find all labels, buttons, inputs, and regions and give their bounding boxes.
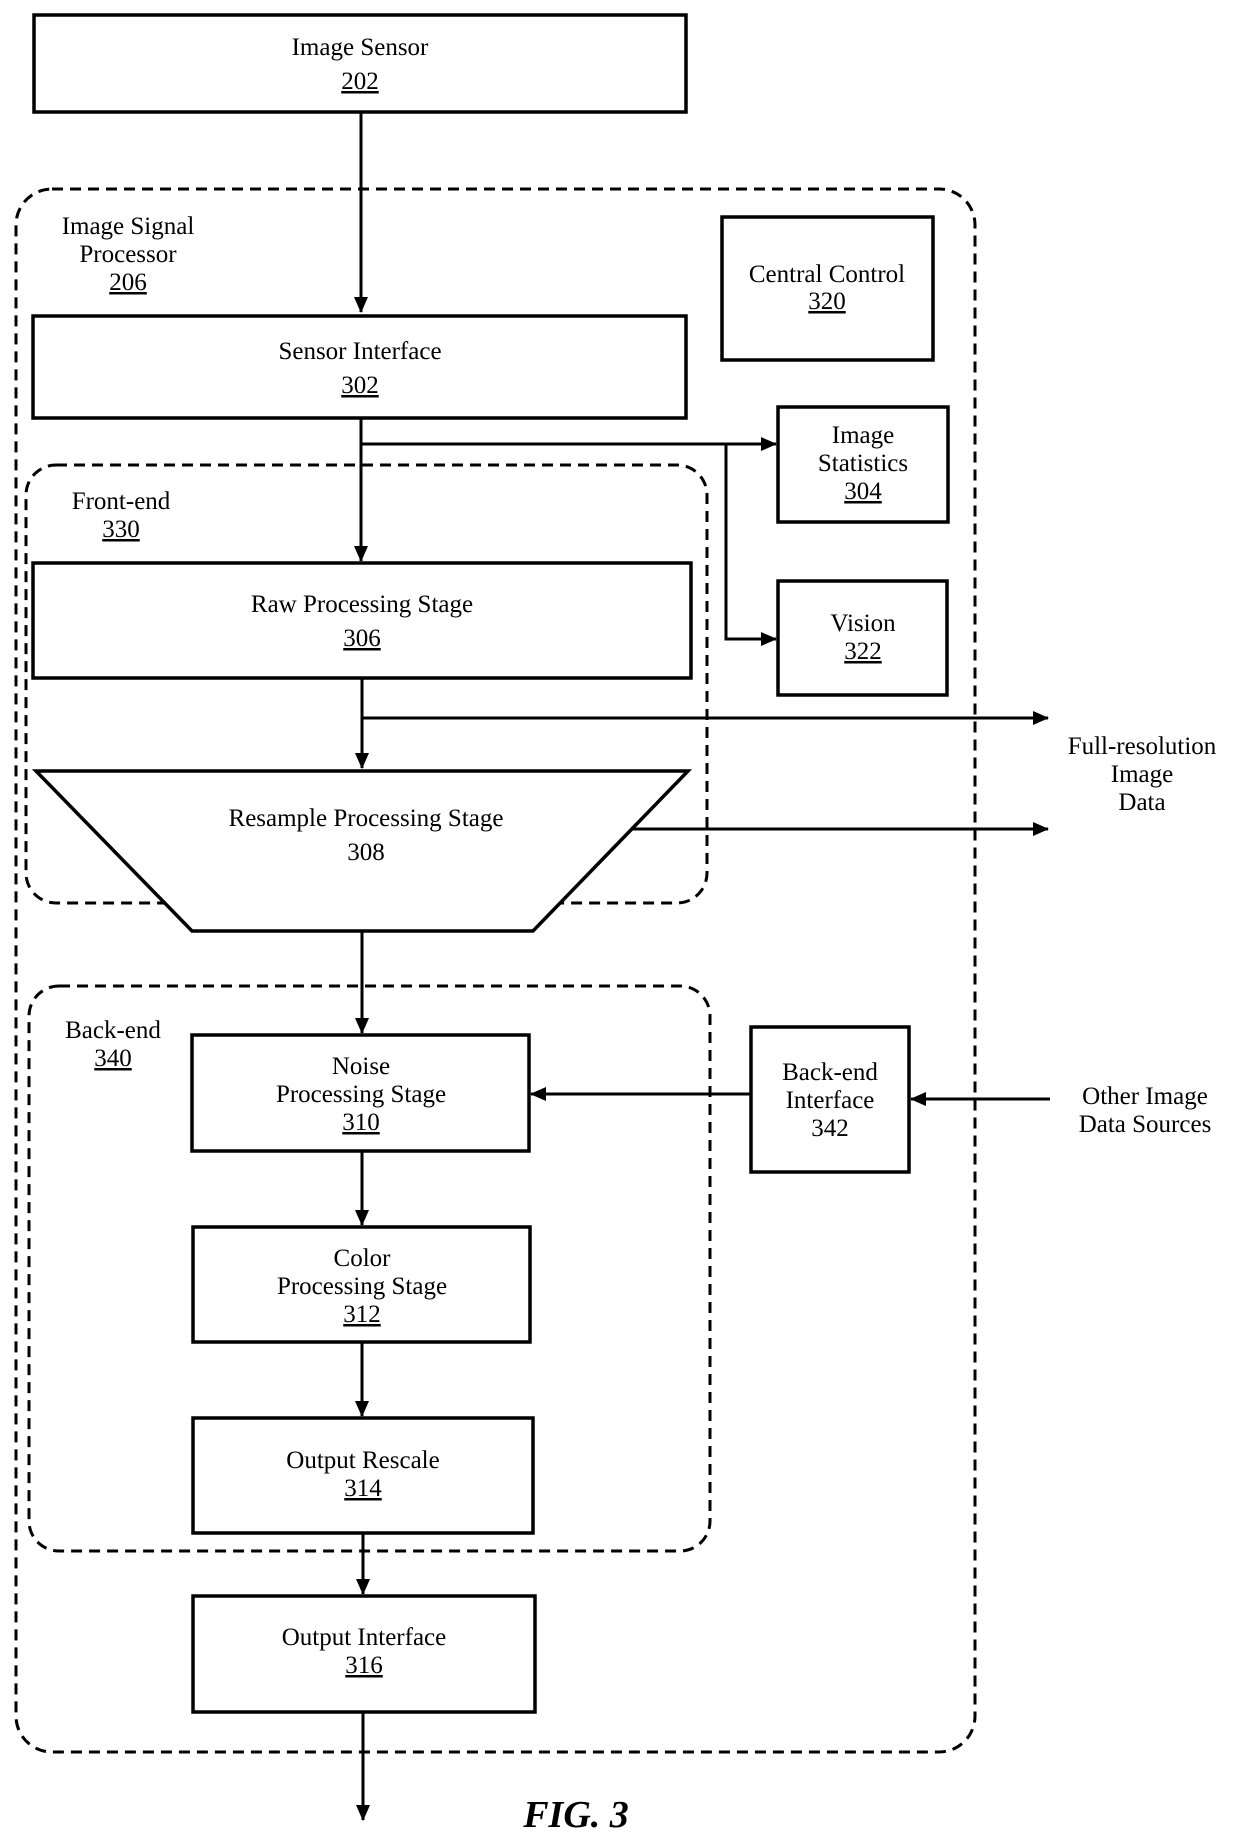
vision-ref: 322 <box>844 638 882 665</box>
figure-caption: FIG. 3 <box>522 1794 629 1836</box>
color-processing-title-line1: Color <box>334 1245 392 1272</box>
isp-label-line2: Processor <box>79 241 177 268</box>
sensor-interface-ref: 302 <box>341 372 379 399</box>
image-sensor-title: Image Sensor <box>292 34 429 61</box>
noise-processing-stage-block: Noise Processing Stage 310 <box>190 1033 531 1153</box>
resample-processing-stage-block: Resample Processing Stage 308 <box>31 769 693 933</box>
image-statistics-block: Image Statistics 304 <box>776 405 950 524</box>
resample-processing-title: Resample Processing Stage <box>229 805 504 832</box>
back-end-interface-ref: 342 <box>811 1115 849 1142</box>
back-end-label: Back-end <box>65 1017 161 1044</box>
back-end-interface-block: Back-end Interface 342 <box>749 1025 911 1174</box>
output-rescale-block: Output Rescale 314 <box>191 1416 535 1535</box>
color-processing-title-line2: Processing Stage <box>277 1273 447 1300</box>
back-end-interface-title-line2: Interface <box>786 1087 875 1114</box>
noise-processing-title-line2: Processing Stage <box>276 1081 446 1108</box>
output-interface-ref: 316 <box>345 1652 383 1679</box>
output-rescale-title: Output Rescale <box>286 1447 439 1474</box>
full-resolution-label-line2: Image <box>1111 761 1173 788</box>
arrow-to-vision <box>724 444 777 646</box>
full-resolution-label-line3: Data <box>1118 789 1165 816</box>
isp-block-diagram: Image Signal Processor 206 Front-end 330… <box>14 13 1217 1836</box>
back-end-ref: 340 <box>94 1045 132 1072</box>
output-interface-title: Output Interface <box>282 1624 447 1651</box>
full-resolution-label-line1: Full-resolution <box>1068 733 1217 760</box>
isp-ref: 206 <box>109 269 147 296</box>
noise-processing-ref: 310 <box>342 1109 380 1136</box>
raw-processing-stage-block: Raw Processing Stage 306 <box>31 561 693 680</box>
image-statistics-ref: 304 <box>844 478 882 505</box>
raw-processing-title: Raw Processing Stage <box>251 591 473 618</box>
front-end-label: Front-end <box>72 488 171 515</box>
isp-label-line1: Image Signal <box>62 213 195 240</box>
image-statistics-title-line2: Statistics <box>818 450 908 477</box>
output-rescale-ref: 314 <box>344 1475 382 1502</box>
color-processing-ref: 312 <box>343 1301 381 1328</box>
sensor-interface-block: Sensor Interface 302 <box>31 314 688 420</box>
vision-block: Vision 322 <box>776 579 949 697</box>
noise-processing-title-line1: Noise <box>332 1053 390 1080</box>
output-interface-block: Output Interface 316 <box>191 1594 537 1714</box>
vision-title: Vision <box>830 610 896 637</box>
central-control-title: Central Control <box>749 261 905 288</box>
image-sensor-ref: 202 <box>341 68 379 95</box>
back-end-interface-title-line1: Back-end <box>782 1059 878 1086</box>
sensor-interface-title: Sensor Interface <box>278 338 441 365</box>
image-sensor-block: Image Sensor 202 <box>32 13 688 114</box>
other-sources-label-line2: Data Sources <box>1079 1111 1212 1138</box>
front-end-ref: 330 <box>102 516 140 543</box>
central-control-ref: 320 <box>808 288 846 315</box>
resample-processing-ref: 308 <box>347 839 385 866</box>
other-sources-label-line1: Other Image <box>1082 1083 1208 1110</box>
raw-processing-ref: 306 <box>343 625 381 652</box>
central-control-block: Central Control 320 <box>720 215 935 362</box>
color-processing-stage-block: Color Processing Stage 312 <box>191 1225 532 1344</box>
image-statistics-title-line1: Image <box>832 422 894 449</box>
